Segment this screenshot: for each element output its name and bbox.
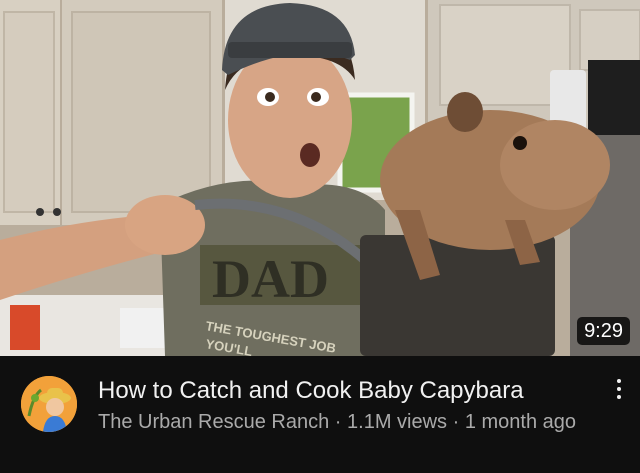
view-count: 1.1M views	[347, 411, 448, 433]
channel-avatar[interactable]	[21, 376, 77, 432]
video-subtitle: The Urban Rescue Ranch · 1.1M views · 1 …	[98, 410, 588, 435]
channel-avatar-icon	[21, 376, 77, 432]
upload-age: 1 month ago	[464, 411, 577, 433]
duration-badge: 9:29	[577, 317, 630, 345]
video-title[interactable]: How to Catch and Cook Baby Capybara	[98, 376, 524, 406]
video-thumbnail[interactable]: DAD THE TOUGHEST JOB YOU'LL 9:29	[0, 0, 640, 356]
separator: ·	[447, 411, 465, 433]
kebab-vertical-icon[interactable]	[612, 376, 626, 406]
thumbnail-image: DAD THE TOUGHEST JOB YOU'LL	[0, 0, 640, 356]
separator: ·	[329, 411, 348, 433]
shirt-dad-text: DAD	[212, 249, 329, 309]
video-metadata: How to Catch and Cook Baby Capybara The …	[0, 356, 640, 473]
channel-name[interactable]: The Urban Rescue Ranch	[98, 411, 329, 433]
